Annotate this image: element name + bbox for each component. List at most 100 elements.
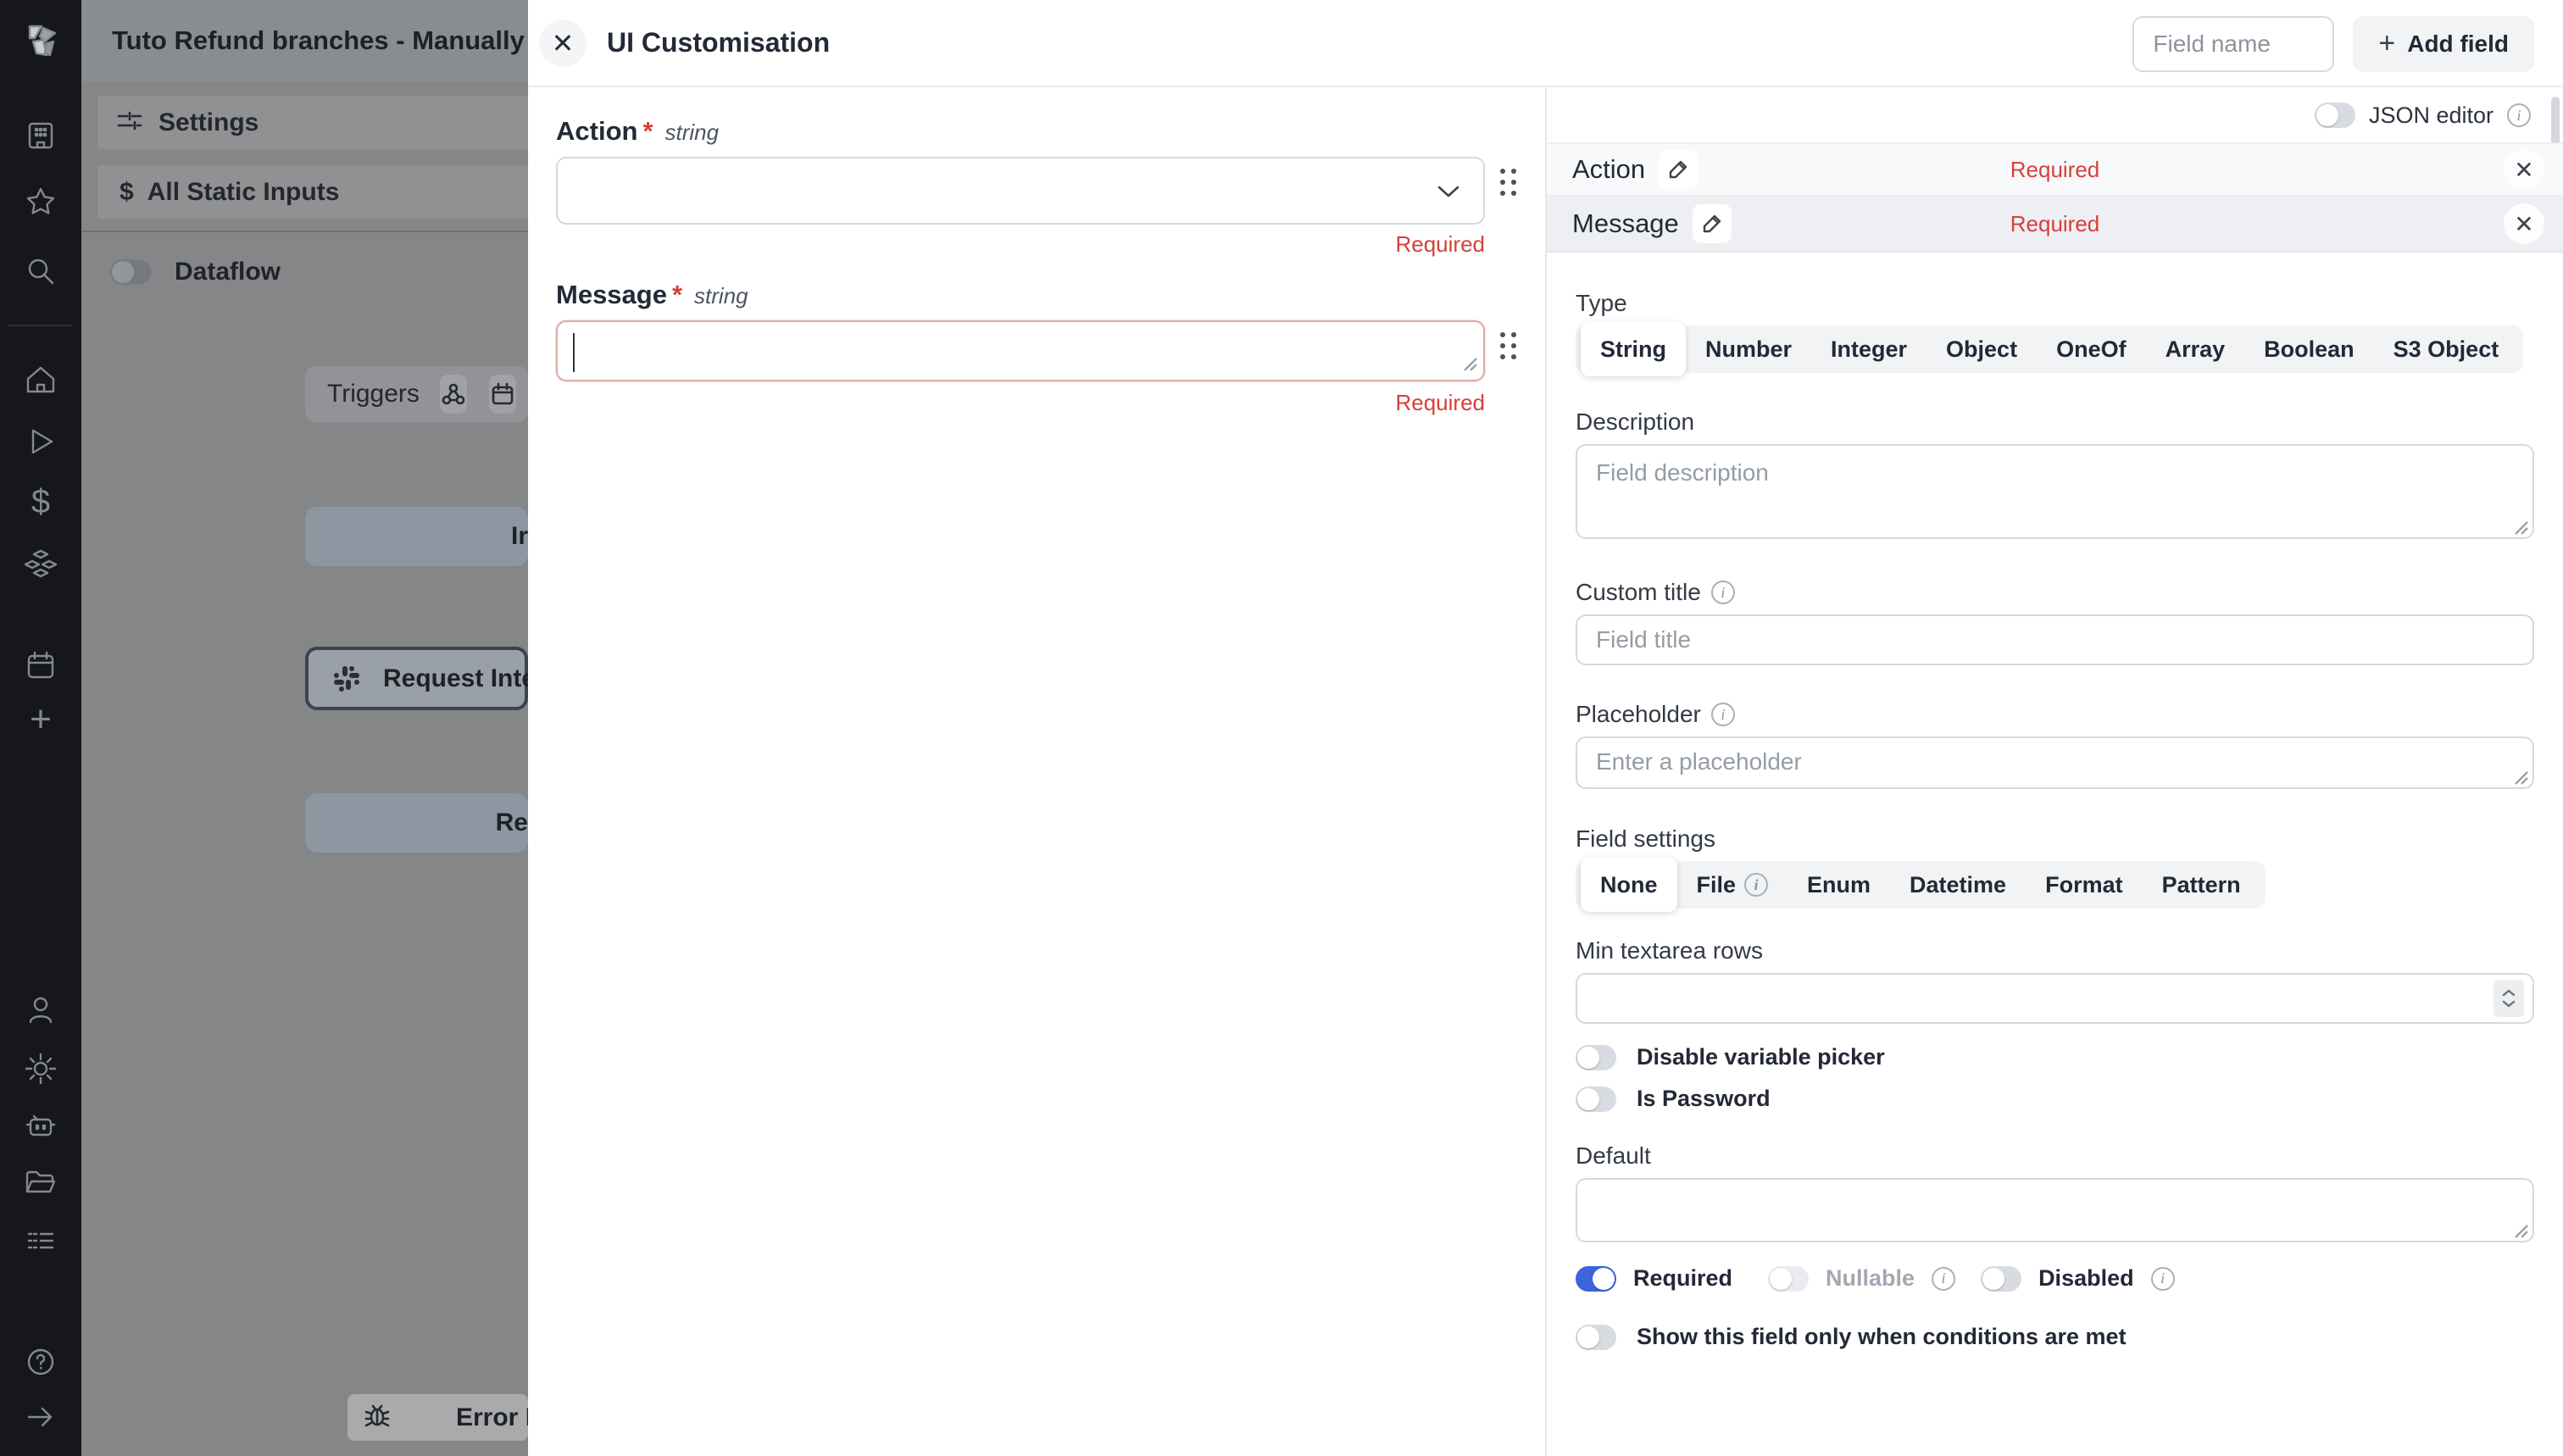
action-drag-handle[interactable] <box>1500 169 1522 196</box>
modal-title: UI Customisation <box>607 27 830 58</box>
settings-gear-icon[interactable] <box>0 1045 81 1092</box>
type-option-number[interactable]: Number <box>1686 329 1811 370</box>
number-spinner[interactable] <box>2494 980 2524 1017</box>
type-option-oneof[interactable]: OneOf <box>2037 329 2146 370</box>
custom-title-label: Custom title <box>1576 579 1701 606</box>
conditions-toggle[interactable] <box>1576 1325 1616 1350</box>
add-field-button[interactable]: + Add field <box>2353 16 2534 72</box>
slack-icon <box>331 663 363 695</box>
is-password-toggle[interactable] <box>1576 1086 1616 1112</box>
home-icon[interactable] <box>0 356 81 403</box>
description-textarea[interactable] <box>1576 444 2534 539</box>
modal-header: ✕ UI Customisation + Add field <box>528 0 2563 87</box>
field-settings-label: Field settings <box>1576 825 2534 853</box>
remove-field-icon[interactable]: ✕ <box>2504 149 2544 190</box>
field-row-label: Action <box>1572 154 1645 185</box>
app-logo[interactable] <box>0 17 81 64</box>
favorites-icon[interactable] <box>0 179 81 226</box>
edit-pencil-icon[interactable] <box>1693 204 1732 243</box>
min-rows-label: Min textarea rows <box>1576 937 2534 964</box>
description-label: Description <box>1576 408 2534 436</box>
type-option-integer[interactable]: Integer <box>1811 329 1926 370</box>
field-row-required-badge: Required <box>2010 157 2100 183</box>
resize-handle-icon[interactable] <box>2507 514 2529 540</box>
required-toggle[interactable] <box>1576 1266 1616 1292</box>
fs-option-enum[interactable]: Enum <box>1787 864 1890 905</box>
sliders-icon <box>114 105 145 140</box>
disable-variable-picker-toggle[interactable] <box>1576 1045 1616 1070</box>
edit-pencil-icon[interactable] <box>1659 150 1698 189</box>
dataflow-toggle[interactable] <box>110 259 151 285</box>
type-option-object[interactable]: Object <box>1926 329 2037 370</box>
bg-static-inputs-bar[interactable]: $ All Static Inputs <box>97 165 528 219</box>
field-row-required-badge: Required <box>2010 211 2100 237</box>
info-icon: i <box>1711 581 1735 604</box>
is-password-label: Is Password <box>1637 1086 1771 1112</box>
chevron-down-icon <box>1436 184 1461 199</box>
json-editor-toggle[interactable] <box>2315 103 2355 128</box>
fs-option-pattern[interactable]: Pattern <box>2143 864 2260 905</box>
custom-title-input[interactable] <box>1576 614 2534 665</box>
node-interactive[interactable]: Ir <box>305 507 528 566</box>
field-name-input[interactable] <box>2132 16 2334 72</box>
workspace-icon[interactable] <box>0 112 81 159</box>
app-root: $ + Tuto Refund branches - M <box>0 0 2563 1456</box>
field-row-action[interactable]: Action Required ✕ <box>1547 142 2563 197</box>
error-handler-bar[interactable]: Error H <box>347 1394 528 1441</box>
disabled-toggle[interactable] <box>1981 1266 2021 1292</box>
min-rows-input[interactable] <box>1576 973 2534 1024</box>
bg-settings-label: Settings <box>158 108 259 137</box>
type-label: Type <box>1576 290 2534 317</box>
message-field-type: string <box>694 283 748 309</box>
type-option-boolean[interactable]: Boolean <box>2244 329 2374 370</box>
node-bottom[interactable]: Re <box>305 793 528 853</box>
required-asterisk: * <box>672 280 682 310</box>
resize-handle-icon[interactable] <box>2507 1217 2529 1243</box>
user-icon[interactable] <box>0 986 81 1034</box>
field-row-message[interactable]: Message Required ✕ <box>1547 197 2563 253</box>
executions-icon[interactable] <box>0 418 81 465</box>
info-icon: i <box>2507 103 2531 127</box>
message-field-label: Message <box>556 280 667 310</box>
placeholder-textarea[interactable] <box>1576 736 2534 789</box>
disabled-label: Disabled <box>2038 1265 2134 1292</box>
info-icon: i <box>1711 703 1735 726</box>
webhook-trigger-icon[interactable] <box>440 375 467 414</box>
resize-handle-icon[interactable] <box>2507 764 2529 790</box>
spinner-down-icon <box>2501 999 2516 1009</box>
bg-settings-bar[interactable]: Settings <box>97 96 528 149</box>
type-option-string[interactable]: String <box>1581 322 1686 376</box>
collapse-arrow-icon[interactable] <box>0 1393 81 1441</box>
default-textarea[interactable] <box>1576 1178 2534 1242</box>
billing-icon[interactable]: $ <box>0 478 81 525</box>
bg-divider <box>81 231 528 232</box>
blocks-icon[interactable] <box>0 540 81 587</box>
remove-field-icon[interactable]: ✕ <box>2504 203 2544 244</box>
action-select[interactable] <box>556 157 1485 225</box>
search-icon[interactable] <box>0 247 81 295</box>
fs-option-none[interactable]: None <box>1581 858 1677 912</box>
resize-handle-icon[interactable] <box>1456 350 1478 376</box>
type-option-array[interactable]: Array <box>2146 329 2245 370</box>
fs-option-format[interactable]: Format <box>2026 864 2143 905</box>
field-settings-content: Type String Number Integer Object OneOf … <box>1547 253 2563 1350</box>
schedule-trigger-icon[interactable] <box>489 375 516 414</box>
help-icon[interactable] <box>0 1338 81 1386</box>
json-editor-label: JSON editor <box>2369 103 2494 129</box>
close-icon[interactable]: ✕ <box>539 19 587 67</box>
fs-option-datetime[interactable]: Datetime <box>1890 864 2026 905</box>
type-option-s3object[interactable]: S3 Object <box>2374 329 2519 370</box>
message-drag-handle[interactable] <box>1500 332 1522 359</box>
node-request-interactive[interactable]: Request Interactiv <box>305 647 528 710</box>
add-icon[interactable]: + <box>0 696 81 743</box>
nullable-toggle[interactable] <box>1768 1266 1809 1292</box>
files-folder-icon[interactable] <box>0 1159 81 1207</box>
triggers-label: Triggers <box>327 380 420 408</box>
fs-option-file[interactable]: Filei <box>1677 864 1788 905</box>
message-textarea[interactable] <box>556 320 1485 381</box>
field-settings-segmented-control: None Filei Enum Datetime Format Pattern <box>1576 861 2266 909</box>
info-icon: i <box>2151 1267 2175 1291</box>
robot-icon[interactable] <box>0 1103 81 1150</box>
logs-list-icon[interactable] <box>0 1217 81 1264</box>
calendar-icon[interactable] <box>0 642 81 689</box>
